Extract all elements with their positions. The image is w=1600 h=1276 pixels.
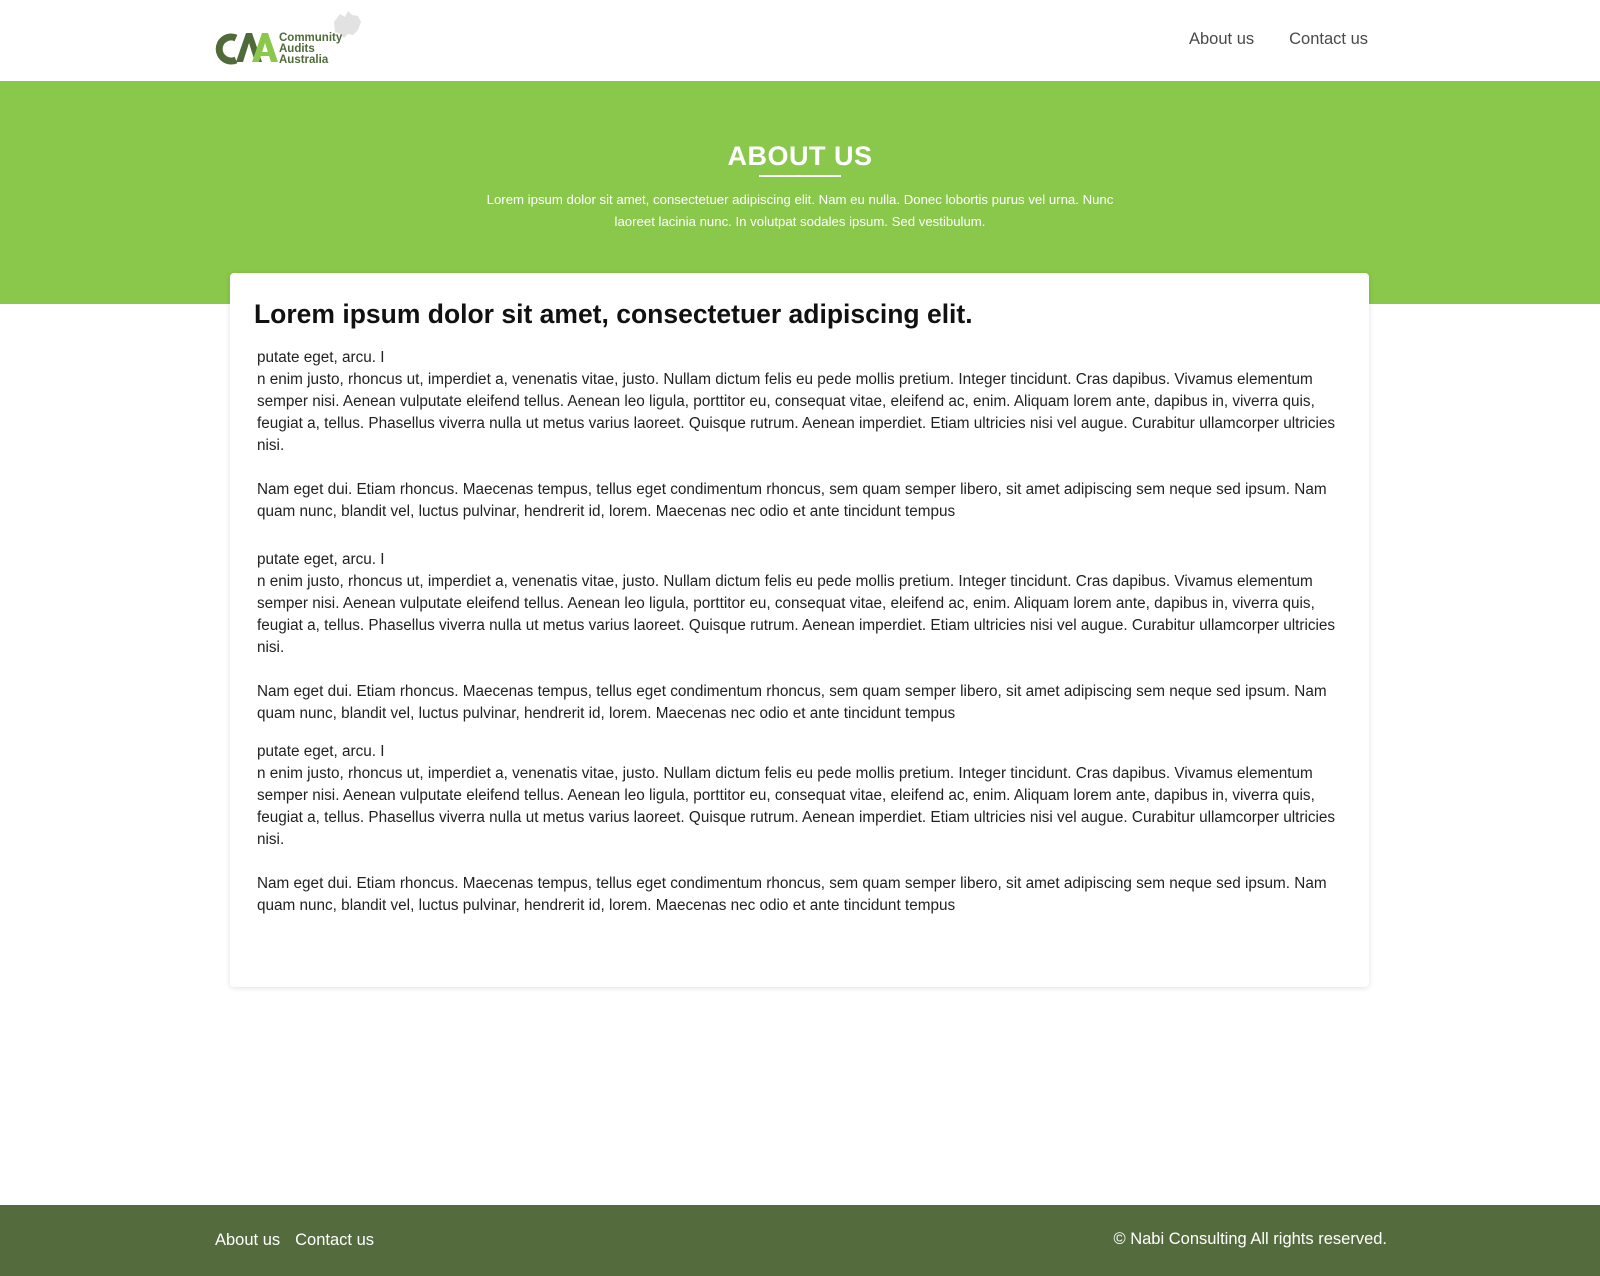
section-paragraph: n enim justo, rhoncus ut, imperdiet a, v… xyxy=(257,371,1336,454)
section-intro-line: putate eget, arcu. I xyxy=(257,743,385,760)
section-intro-line: putate eget, arcu. I xyxy=(257,349,385,366)
hero-subtitle: Lorem ipsum dolor sit amet, consectetuer… xyxy=(486,192,1114,229)
content-section: putate eget, arcu. I n enim justo, rhonc… xyxy=(257,549,1337,725)
copyright-text: © Nabi Consulting All rights reserved. xyxy=(1113,1230,1387,1248)
section-paragraph: Nam eget dui. Etiam rhoncus. Maecenas te… xyxy=(257,683,1327,722)
nav-about-us-link[interactable]: About us xyxy=(1189,30,1254,49)
site-footer: About us Contact us © Nabi Consulting Al… xyxy=(0,1205,1600,1276)
section-intro-line: putate eget, arcu. I xyxy=(257,551,385,568)
footer-nav: About us Contact us xyxy=(215,1231,374,1250)
section-paragraph: Nam eget dui. Etiam rhoncus. Maecenas te… xyxy=(257,481,1327,520)
title-underline xyxy=(759,175,841,177)
footer-contact-us-link[interactable]: Contact us xyxy=(295,1231,374,1250)
section-paragraph: n enim justo, rhoncus ut, imperdiet a, v… xyxy=(257,765,1336,848)
section-paragraph: n enim justo, rhoncus ut, imperdiet a, v… xyxy=(257,573,1336,656)
site-header: Community Audits Australia About us Cont… xyxy=(0,0,1600,81)
logo-line: Australia xyxy=(279,54,329,66)
section-paragraph: Nam eget dui. Etiam rhoncus. Maecenas te… xyxy=(257,875,1327,914)
logo-wordmark: Community Audits Australia xyxy=(279,32,342,66)
content-heading: Lorem ipsum dolor sit amet, consectetuer… xyxy=(254,299,973,329)
hero-banner: ABOUT US Lorem ipsum dolor sit amet, con… xyxy=(0,81,1600,304)
footer-about-us-link[interactable]: About us xyxy=(215,1231,280,1250)
content-section: putate eget, arcu. I n enim justo, rhonc… xyxy=(257,347,1337,523)
caa-logo[interactable]: Community Audits Australia xyxy=(214,8,366,68)
content-section: putate eget, arcu. I n enim justo, rhonc… xyxy=(257,741,1337,917)
nav-contact-us-link[interactable]: Contact us xyxy=(1289,30,1368,49)
page-title: ABOUT US xyxy=(727,141,873,171)
header-nav: About us Contact us xyxy=(1189,30,1368,49)
content-card: Lorem ipsum dolor sit amet, consectetuer… xyxy=(230,273,1369,987)
